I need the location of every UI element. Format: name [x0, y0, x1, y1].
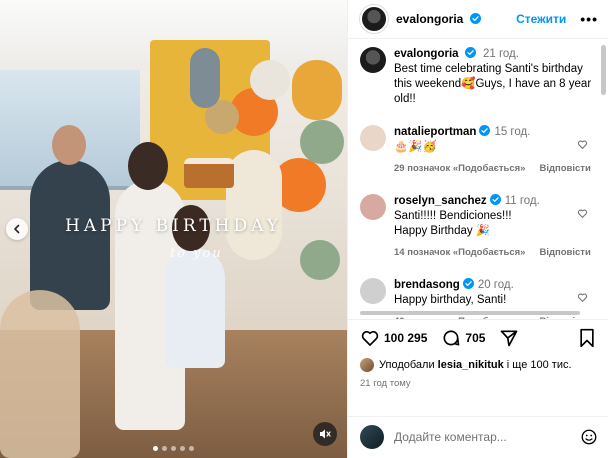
chevron-left-icon [14, 224, 20, 234]
carousel-dot [153, 446, 158, 451]
author-username[interactable]: evalongoria [396, 12, 481, 26]
verified-badge-icon [489, 193, 501, 205]
carousel-dot [171, 446, 176, 451]
post-actions: 100 295 705 Уподобали lesia_nikituk і ще… [348, 318, 608, 416]
comment-item: natalieportman 15 год. 🎂🎉🥳 29 позначок «Под… [360, 124, 598, 176]
balloon [190, 48, 220, 108]
mute-button[interactable] [313, 422, 337, 446]
post-timestamp: 21 год тому [360, 377, 411, 389]
overlay-subtitle: to you [170, 246, 223, 261]
liked-by-suffix[interactable]: і ще 100 тис. [507, 359, 572, 371]
caption-avatar[interactable] [360, 46, 386, 73]
birthday-cake [184, 158, 234, 188]
author-avatar[interactable] [359, 3, 389, 34]
caption-body: evalongoria 21 год. Best time celebratin… [394, 46, 598, 107]
commenter-avatar[interactable] [360, 193, 386, 220]
person-woman-head [128, 142, 168, 190]
heart-icon[interactable] [577, 292, 588, 303]
comment-icon[interactable] [441, 328, 461, 348]
balloon [300, 120, 344, 164]
post-viewer: HAPPY BIRTHDAY to you evalongoria Стежит… [0, 0, 608, 458]
commenter-avatar[interactable] [360, 124, 386, 151]
commenter-username[interactable]: brendasong [394, 279, 460, 291]
comment-like-count[interactable]: 14 позначок «Подобається» [394, 245, 525, 260]
commenter-avatar[interactable] [360, 277, 386, 304]
carousel-dot [180, 446, 185, 451]
verified-badge-icon [464, 46, 476, 58]
verified-badge-icon [479, 124, 491, 136]
like-count[interactable]: 100 295 [384, 331, 427, 345]
heart-icon[interactable] [360, 328, 380, 348]
liked-by-prefix: Уподобали [379, 358, 435, 371]
verified-badge-icon [469, 12, 481, 24]
comment-meta: 14 позначок «Подобається» Відповісти [394, 245, 598, 260]
comment-like-count[interactable]: 29 позначок «Подобається» [394, 161, 525, 176]
comment-body: natalieportman 15 год. 🎂🎉🥳 29 позначок «Под… [394, 124, 598, 176]
balloon [292, 60, 342, 120]
vertical-scrollbar[interactable] [601, 44, 606, 95]
action-icons: 100 295 705 [360, 328, 596, 348]
liked-by-user[interactable]: lesia_nikituk [438, 359, 504, 371]
comment-count[interactable]: 705 [465, 331, 485, 345]
comment-body: roselyn_sanchez 11 год. Santi!!!!! Bendici… [394, 193, 598, 260]
comment-time: 15 год. [494, 125, 531, 138]
author-username-text[interactable]: evalongoria [396, 12, 463, 26]
carousel-dot [189, 446, 194, 451]
heart-icon[interactable] [577, 139, 588, 150]
verified-badge-icon [462, 277, 474, 289]
comment-container: natalieportman 15 год. 🎂🎉🥳 29 позначок «Под… [360, 124, 598, 319]
comment-meta: 29 позначок «Подобається» Відповісти [394, 161, 598, 176]
post-caption: evalongoria 21 год. Best time celebratin… [360, 46, 598, 107]
heart-icon[interactable] [577, 208, 588, 219]
person-foreground [0, 290, 80, 458]
reply-button[interactable]: Відповісти [539, 161, 590, 176]
comment-composer [348, 415, 608, 458]
liked-by-avatar[interactable] [360, 357, 374, 372]
caption-time: 21 год. [482, 47, 519, 60]
caption-text: Best time celebrating Santi's birthday t… [394, 62, 592, 105]
comment-item: roselyn_sanchez 11 год. Santi!!!!! Bendici… [360, 193, 598, 260]
comment-input[interactable] [394, 430, 564, 445]
caption-username[interactable]: evalongoria [394, 48, 459, 60]
person-man-head [52, 125, 86, 165]
share-icon[interactable] [499, 328, 519, 348]
liked-by-line: Уподобали lesia_nikituk і ще 100 тис. [360, 357, 596, 372]
comment-text: 🎂🎉🥳 [394, 140, 437, 153]
overlay-title: HAPPY BIRTHDAY [65, 216, 282, 236]
carousel-prev-button[interactable] [6, 218, 28, 240]
carousel-indicator [0, 446, 347, 451]
balloon [300, 240, 340, 280]
post-header: evalongoria Стежити ••• [348, 0, 608, 39]
horizontal-scrollbar[interactable] [360, 310, 580, 315]
commenter-username[interactable]: natalieportman [394, 126, 476, 138]
post-side-panel: evalongoria Стежити ••• evalongoria 21 г… [347, 0, 608, 458]
post-media[interactable]: HAPPY BIRTHDAY to you [0, 0, 347, 458]
commenter-username[interactable]: roselyn_sanchez [394, 195, 487, 207]
comment-time: 11 год. [504, 194, 540, 207]
mute-icon [320, 429, 331, 439]
comment-time: 20 год. [477, 278, 514, 291]
comment-text: Happy birthday, Santi! [394, 293, 507, 306]
reply-button[interactable]: Відповісти [539, 245, 590, 260]
bookmark-icon[interactable] [578, 328, 596, 348]
current-user-avatar [360, 425, 384, 450]
person-child [165, 248, 225, 368]
carousel-dot [162, 446, 167, 451]
follow-button[interactable]: Стежити [516, 12, 566, 26]
balloon [250, 60, 290, 100]
balloon [226, 150, 282, 260]
comments-list[interactable]: evalongoria 21 год. Best time celebratin… [348, 39, 608, 319]
emoji-icon[interactable] [580, 428, 598, 446]
more-options-button[interactable]: ••• [580, 11, 598, 27]
comment-text: Santi!!!!! Bendiciones!!! Happy Birthday… [394, 209, 512, 237]
